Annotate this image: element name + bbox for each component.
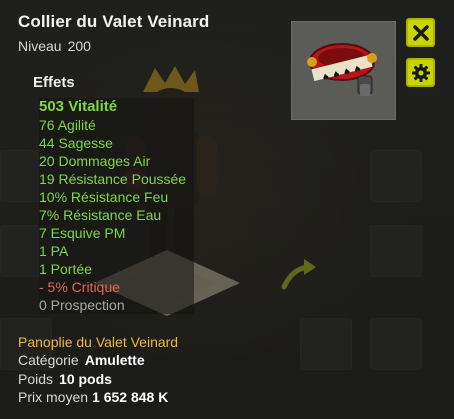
price-label: Prix moyen xyxy=(18,389,89,405)
item-level: Niveau 200 xyxy=(18,38,91,54)
level-label: Niveau xyxy=(18,38,62,54)
effect-line: 7 Esquive PM xyxy=(39,225,126,241)
effects-list: 503 Vitalité 76 Agilité 44 Sagesse 20 Do… xyxy=(39,98,195,314)
effect-line: 1 PA xyxy=(39,243,69,259)
weight-value: 10 pods xyxy=(59,371,112,387)
effect-line: 10% Résistance Feu xyxy=(39,189,169,205)
effects-title: Effets xyxy=(33,74,75,91)
gear-icon xyxy=(411,63,430,82)
necklace-icon: ♠ ♠ ♠ ♠ xyxy=(307,43,377,96)
price-row: Prix moyen 1 652 848 K xyxy=(18,389,168,405)
effect-line-neutral: 0 Prospection xyxy=(39,297,125,313)
effect-line: 19 Résistance Poussée xyxy=(39,171,187,187)
category-value: Amulette xyxy=(84,352,145,368)
price-value: 1 652 848 K xyxy=(92,389,169,405)
level-value: 200 xyxy=(67,38,91,54)
category-label: Catégorie xyxy=(18,352,79,368)
effect-line: 7% Résistance Eau xyxy=(39,207,162,223)
weight-row: Poids 10 pods xyxy=(18,371,112,387)
effect-line: 44 Sagesse xyxy=(39,135,113,151)
weight-label: Poids xyxy=(18,371,54,387)
effect-line: 1 Portée xyxy=(39,261,92,277)
set-link[interactable]: Panoplie du Valet Veinard xyxy=(18,334,178,350)
effect-line: 20 Dommages Air xyxy=(39,153,151,169)
settings-button[interactable] xyxy=(406,58,435,87)
close-button[interactable] xyxy=(406,18,435,47)
item-name: Collier du Valet Veinard xyxy=(18,12,210,31)
effect-line: 503 Vitalité xyxy=(39,98,118,115)
close-icon xyxy=(412,24,429,41)
category-row: Catégorie Amulette xyxy=(18,352,145,368)
item-image-frame: ♠ ♠ ♠ ♠ xyxy=(291,21,396,120)
effect-line-malus: - 5% Critique xyxy=(39,279,120,295)
effect-line: 76 Agilité xyxy=(39,117,96,133)
item-tooltip: Collier du Valet Veinard Niveau 200 Effet… xyxy=(0,0,454,419)
